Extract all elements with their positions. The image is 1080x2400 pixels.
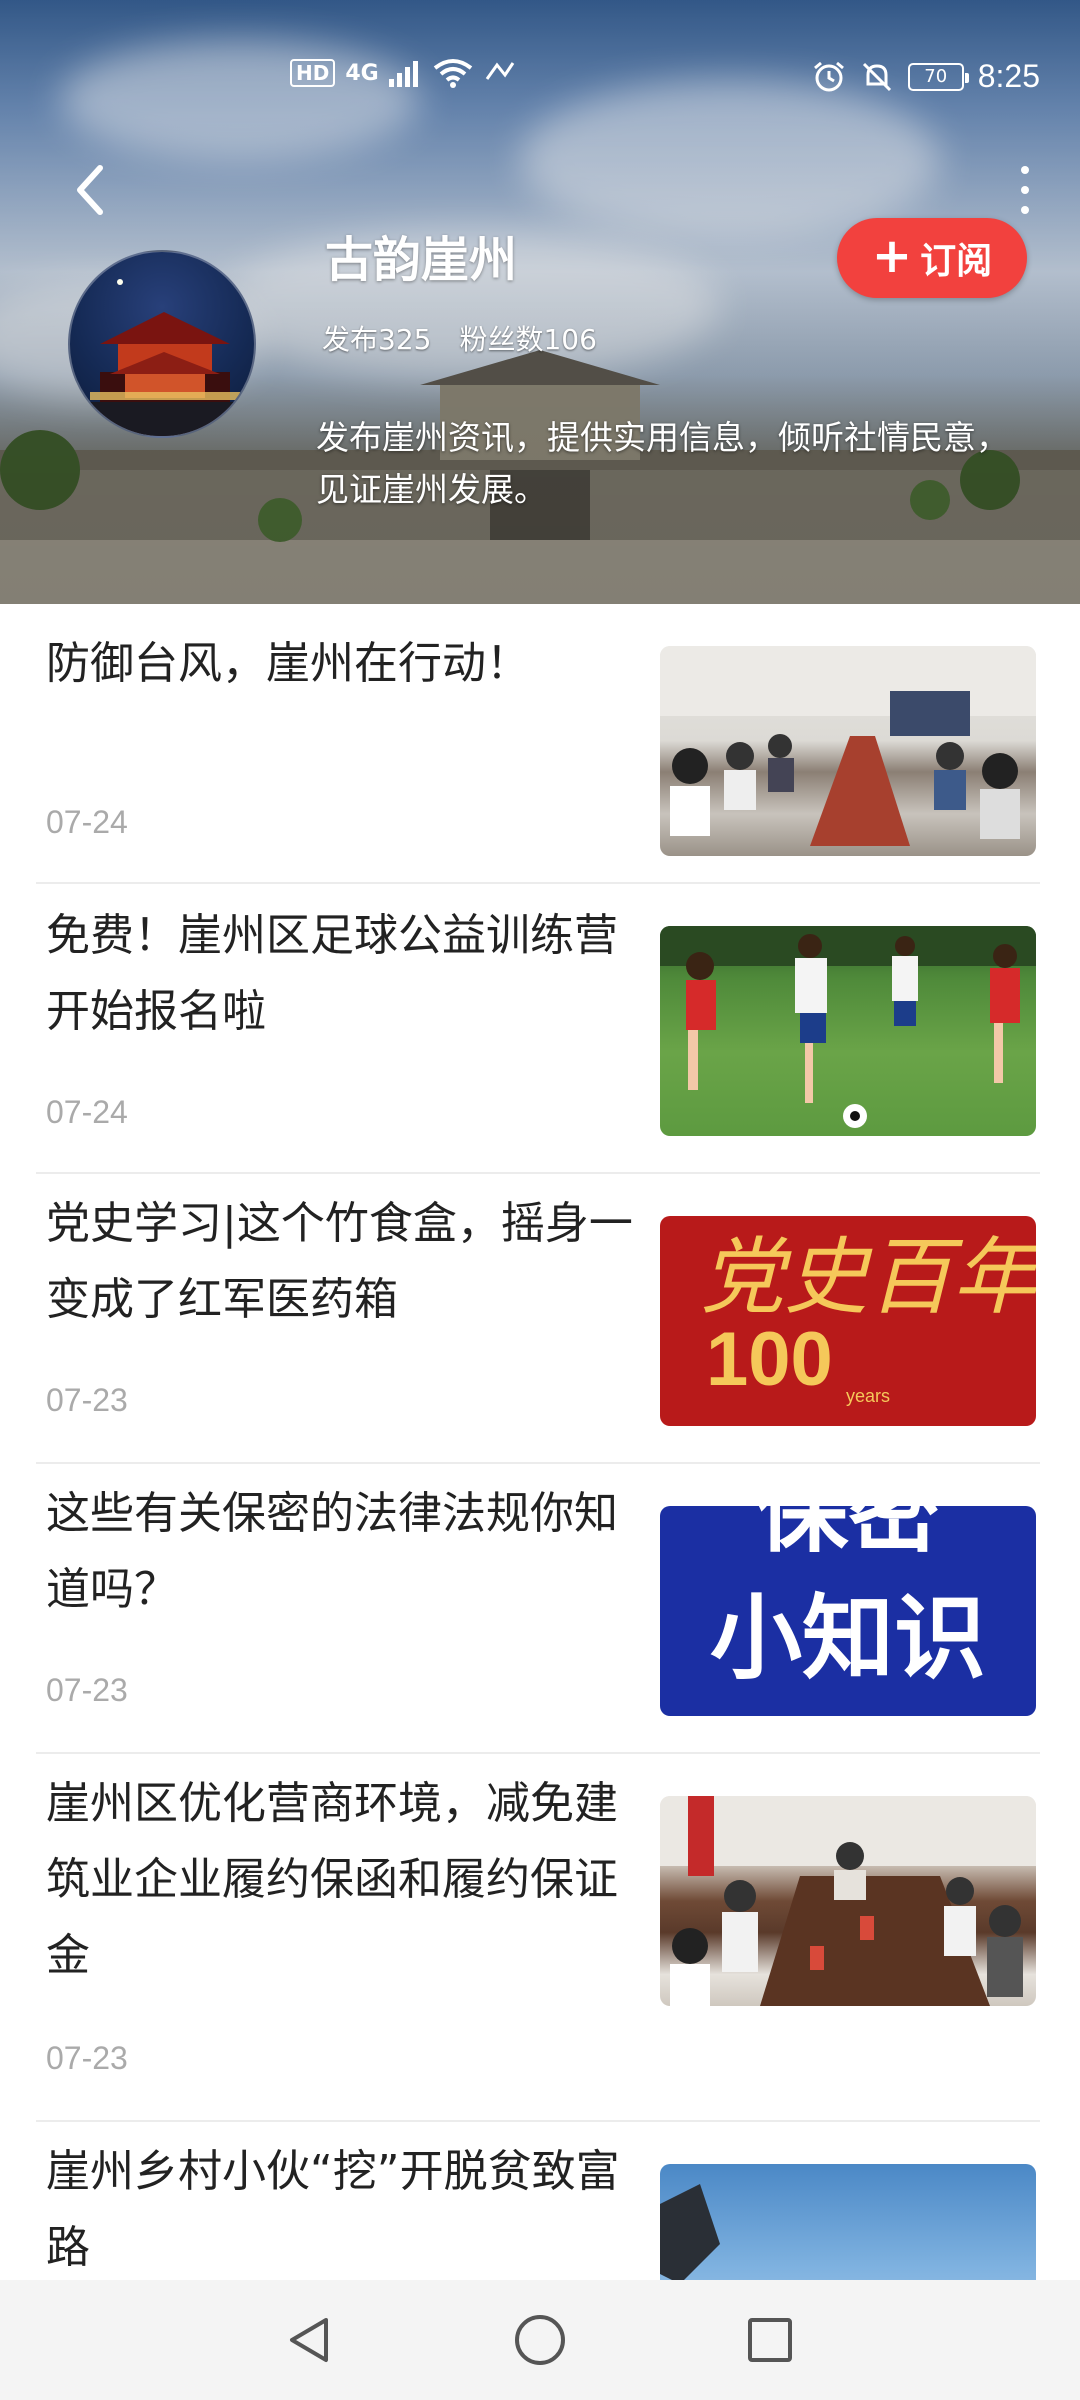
nav-back-button[interactable] — [280, 2310, 340, 2370]
recents-square-icon — [748, 2318, 792, 2362]
article-thumbnail: 保密 小知识 — [660, 1506, 1036, 1716]
hd-badge: HD — [290, 59, 336, 87]
status-left: HD 4G — [290, 58, 517, 88]
pavilion-logo-image — [70, 279, 254, 436]
followers-count: 粉丝数106 — [459, 323, 597, 356]
home-circle-icon — [515, 2315, 565, 2365]
meeting-photo — [660, 646, 1036, 846]
nav-recents-button[interactable] — [740, 2310, 800, 2370]
soccer-photo — [660, 926, 1036, 1128]
channel-header: HD 4G 70 8:25 古韵崖州 发布325 粉丝数106 发布崖州资讯，提… — [0, 0, 1080, 604]
more-dot-icon — [1021, 186, 1029, 194]
network-type: 4G — [345, 60, 379, 86]
article-item[interactable]: 免费！崖州区足球公益训练营开始报名啦 07-24 — [36, 886, 1040, 1174]
article-item[interactable]: 崖州区优化营商环境，减免建筑业企业履约保函和履约保证金 07-23 — [36, 1756, 1040, 2122]
channel-description: 发布崖州资讯，提供实用信息，倾听社情民意，见证崖州发展。 — [316, 418, 1009, 509]
article-title: 党史学习|这个竹食盒，摇身一变成了红军医药箱 — [46, 1198, 633, 1325]
plus-icon: + — [871, 228, 913, 284]
more-options-button[interactable] — [1010, 160, 1040, 220]
article-thumbnail — [660, 1796, 1036, 2006]
article-title: 崖州区优化营商环境，减免建筑业企业履约保函和履约保证金 — [46, 1778, 618, 1981]
system-navigation-bar — [0, 2280, 1080, 2400]
article-title: 免费！崖州区足球公益训练营开始报名啦 — [46, 910, 618, 1037]
article-title: 这些有关保密的法律法规你知道吗？ — [46, 1488, 618, 1615]
channel-avatar[interactable] — [68, 250, 256, 438]
channel-stats: 发布325 粉丝数106 — [322, 318, 597, 358]
excavator-photo — [660, 2184, 720, 2280]
app-notification-icon — [485, 62, 514, 80]
mute-bell-icon — [862, 62, 891, 91]
alarm-icon — [813, 61, 844, 91]
thumb-number: 100 — [706, 1317, 833, 1402]
chevron-left-icon — [77, 165, 103, 215]
article-item[interactable]: 这些有关保密的法律法规你知道吗？ 07-23 保密 小知识 — [36, 1466, 1040, 1754]
article-thumbnail: 党史百年 100 years — [660, 1216, 1036, 1426]
subscribe-button[interactable]: + 订阅 — [837, 218, 1027, 298]
status-bar: HD 4G 70 8:25 — [0, 58, 1080, 98]
article-thumbnail — [660, 926, 1036, 1136]
article-date: 07-24 — [46, 804, 128, 840]
article-thumbnail — [660, 2164, 1036, 2280]
article-title: 防御台风，崖州在行动！ — [46, 638, 530, 689]
article-item[interactable]: 崖州乡村小伙“挖”开脱贫致富路 — [36, 2124, 1040, 2280]
thumb-text-top: 保密 — [755, 1506, 940, 1565]
article-list[interactable]: 防御台风，崖州在行动！ 07-24 免费！崖州区足球公益训练营开始报名啦 07-… — [0, 604, 1080, 2280]
more-dot-icon — [1021, 166, 1029, 174]
article-date: 07-23 — [46, 1672, 128, 1708]
wifi-icon — [433, 59, 472, 88]
thumb-calligraphy: 党史百年 — [700, 1228, 1036, 1326]
thumb-small-text: years — [846, 1386, 891, 1406]
thumb-text-bottom: 小知识 — [709, 1585, 986, 1692]
posts-count: 发布325 — [322, 323, 432, 356]
channel-title: 古韵崖州 — [325, 232, 518, 288]
more-dot-icon — [1021, 206, 1029, 214]
battery-indicator: 70 — [907, 62, 969, 91]
article-item[interactable]: 防御台风，崖州在行动！ 07-24 — [36, 604, 1040, 884]
signal-icon — [388, 61, 418, 87]
status-right: 70 8:25 — [812, 58, 1040, 95]
article-date: 07-24 — [46, 1094, 128, 1130]
back-button[interactable] — [60, 160, 120, 220]
article-title: 崖州乡村小伙“挖”开脱贫致富路 — [46, 2146, 620, 2273]
subscribe-label: 订阅 — [920, 241, 993, 282]
nav-home-button[interactable] — [510, 2310, 570, 2370]
meeting-table-photo — [660, 1796, 1036, 2006]
article-date: 07-23 — [46, 2040, 128, 2076]
article-thumbnail — [660, 646, 1036, 856]
article-item[interactable]: 党史学习|这个竹食盒，摇身一变成了红军医药箱 07-23 党史百年 100 ye… — [36, 1176, 1040, 1464]
back-triangle-icon — [290, 2318, 328, 2362]
article-date: 07-23 — [46, 1382, 128, 1418]
clock: 8:25 — [977, 58, 1040, 94]
